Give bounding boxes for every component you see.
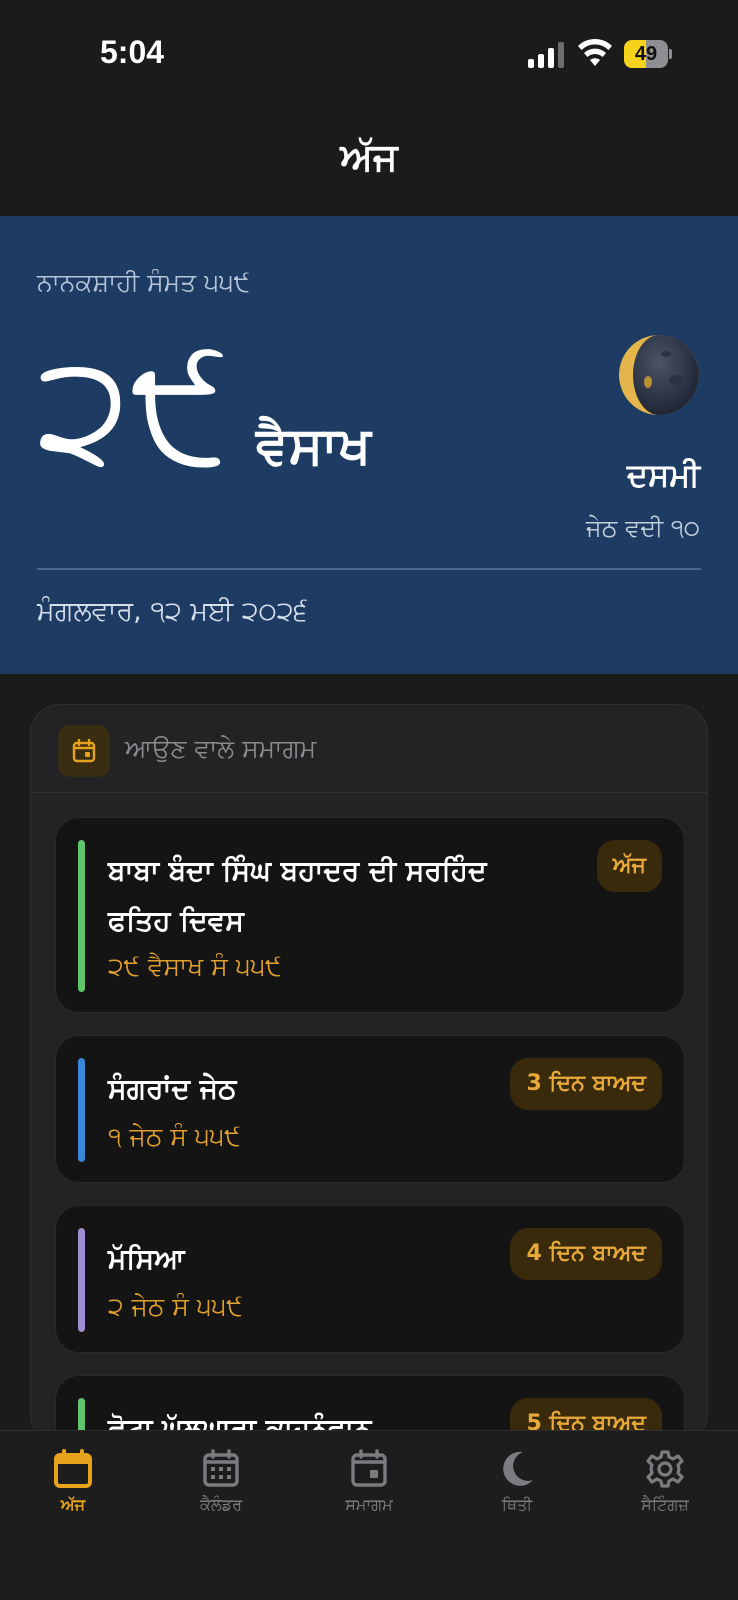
event-item[interactable]: ਸੰਗਰਾਂਦ ਜੇਠ ੧ ਜੇਠ ਸੰ ੫੫੯ 3 ਦਿਨ ਬਾਅਦ (55, 1035, 685, 1183)
tab-label: ਅੱਜ (60, 1495, 86, 1514)
upcoming-events-card: ਆਉਣ ਵਾਲੇ ਸਮਾਗਮ ਬਾਬਾ ਬੰਦਾ ਸਿੰਘ ਬਹਾਦਰ ਦੀ ਸ… (30, 704, 708, 1444)
event-date: ੧ ਜੇਠ ਸੰ ੫੫੯ (108, 1122, 241, 1151)
card-title: ਆਉਣ ਵਾਲੇ ਸਮਾਗਮ (125, 734, 317, 763)
event-badge: 3 ਦਿਨ ਬਾਅਦ (510, 1058, 662, 1110)
month-name: ਵੈਸਾਖ (256, 416, 372, 476)
today-calendar-icon (54, 1449, 92, 1488)
tab-settings[interactable]: ਸੈਟਿੰਗਜ਼ (610, 1449, 720, 1515)
tithi-name: ਦਸਮੀ (626, 456, 700, 494)
event-color-bar (78, 1228, 85, 1332)
waxing-gibbous-moon-icon (619, 335, 699, 415)
event-name: ਮੱਸਿਆ (108, 1242, 185, 1275)
card-header: ਆਉਣ ਵਾਲੇ ਸਮਾਗਮ (31, 705, 707, 793)
tab-label: ਥਿਤੀ (501, 1495, 533, 1514)
cellular-signal-icon (528, 42, 564, 68)
divider (37, 568, 701, 570)
calendar-grid-icon (203, 1449, 239, 1487)
tab-calendar[interactable]: ਕੈਲੰਡਰ (166, 1449, 276, 1515)
event-date: ੨ ਜੇਠ ਸੰ ੫੫੯ (108, 1292, 243, 1321)
event-color-bar (78, 1058, 85, 1162)
event-color-bar (78, 840, 85, 992)
tab-events[interactable]: ਸਮਾਗਮ (314, 1449, 424, 1515)
status-time: 5:04 (100, 34, 165, 70)
tab-tithi[interactable]: ਥਿਤੀ (462, 1449, 572, 1515)
tab-bar: ਅੱਜ ਕੈਲੰਡਰ ਸਮਾਗਮ ਥਿਤੀ ਸੈਟਿੰਗਜ਼ (0, 1430, 738, 1600)
samvat-label: ਨਾਨਕਸ਼ਾਹੀ ਸੰਮਤ ੫੫੯ (37, 268, 250, 297)
wifi-icon (578, 38, 612, 66)
event-badge: 4 ਦਿਨ ਬਾਅਦ (510, 1228, 662, 1280)
gear-icon (646, 1450, 684, 1488)
event-calendar-icon (351, 1449, 387, 1487)
event-date: ੨੯ ਵੈਸਾਖ ਸੰ ੫੫੯ (108, 952, 282, 981)
event-item[interactable]: ਬਾਬਾ ਬੰਦਾ ਸਿੰਘ ਬਹਾਦਰ ਦੀ ਸਰਹਿੰਦ ਫਤਿਹ ਦਿਵਸ… (55, 817, 685, 1013)
page-title: ਅੱਜ (340, 135, 398, 179)
battery-level: 49 (634, 43, 658, 65)
tab-label: ਕੈਲੰਡਰ (199, 1495, 243, 1514)
tab-today[interactable]: ਅੱਜ (18, 1449, 128, 1515)
event-name: ਸੰਗਰਾਂਦ ਜੇਠ (108, 1072, 237, 1105)
event-item[interactable]: ਮੱਸਿਆ ੨ ਜੇਠ ਸੰ ੫੫੯ 4 ਦਿਨ ਬਾਅਦ (55, 1205, 685, 1353)
gregorian-date: ਮੰਗਲਵਾਰ, ੧੨ ਮਈ ੨੦੨੬ (37, 596, 308, 627)
today-panel: ਨਾਨਕਸ਼ਾਹੀ ਸੰਮਤ ੫੫੯ ੨੯ ਵੈਸਾਖ ਦਸਮੀ ਜੇਠ ਵਦੀ… (0, 216, 738, 674)
tab-label: ਸੈਟਿੰਗਜ਼ (641, 1495, 689, 1514)
calendar-icon (58, 725, 110, 777)
event-badge: ਅੱਜ (596, 840, 662, 892)
crescent-moon-icon (503, 1451, 533, 1486)
event-name: ਬਾਬਾ ਬੰਦਾ ਸਿੰਘ ਬਹਾਦਰ ਦੀ ਸਰਹਿੰਦ ਫਤਿਹ ਦਿਵਸ (108, 854, 487, 937)
tithi-detail: ਜੇਠ ਵਦੀ ੧੦ (586, 514, 700, 542)
status-bar: 5:04 49 (0, 0, 738, 110)
day-number: ੨੯ (37, 322, 229, 496)
battery-icon: 49 (624, 40, 672, 68)
tab-label: ਸਮਾਗਮ (345, 1495, 393, 1514)
